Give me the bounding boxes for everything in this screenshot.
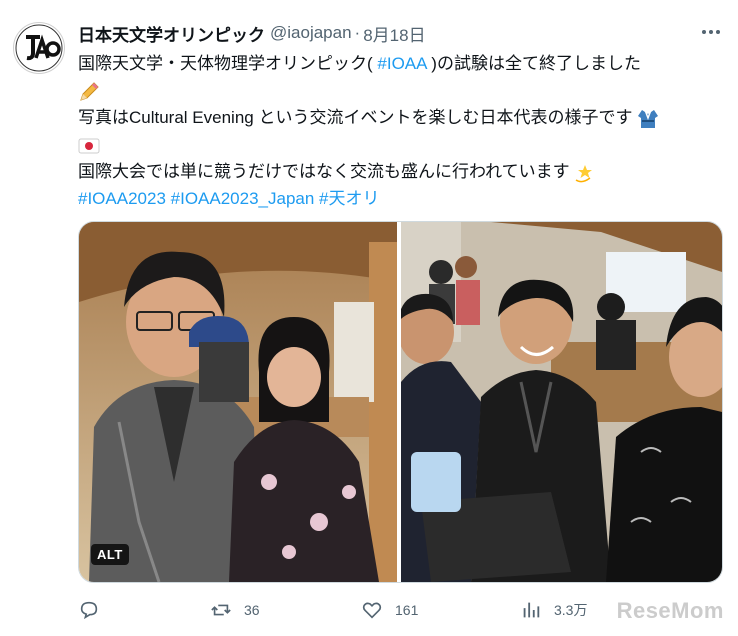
like-button[interactable]: 161 <box>361 598 418 622</box>
text-line-1: 国際天文学・天体物理学オリンピック( #IOAA )の試験は全て終了しました <box>78 50 718 77</box>
like-icon <box>362 602 382 619</box>
hashtag-ioaa2023[interactable]: #IOAA2023 <box>78 189 166 208</box>
japan-flag-emoji <box>78 138 100 154</box>
photo-right-image <box>398 222 722 582</box>
tweet-text: 国際天文学・天体物理学オリンピック( #IOAA )の試験は全て終了しました 写… <box>78 50 718 212</box>
text-line-5: 国際大会では単に競うだけではなく交流も盛んに行われています <box>78 158 718 185</box>
iao-logo <box>15 24 63 72</box>
views-count: 3.3万 <box>554 602 588 618</box>
resemom-watermark: ReseMom <box>616 598 724 623</box>
text-line-2 <box>78 77 718 104</box>
ioaa-hashtag[interactable]: #IOAA <box>377 54 426 73</box>
retweet-button[interactable]: 36 <box>210 598 260 622</box>
retweet-icon <box>211 604 231 616</box>
more-icon <box>702 30 720 34</box>
media-grid: ALT <box>78 221 723 583</box>
dizzy-star-emoji <box>575 164 593 182</box>
views-icon <box>523 602 540 618</box>
line3-text: 国際大会では単に競うだけではなく交流も盛んに行われています <box>78 162 570 181</box>
user-handle[interactable]: @iaojapan <box>270 23 352 43</box>
reply-icon <box>80 601 98 620</box>
text-line-3: 写真はCultural Evening という交流イベントを楽しむ日本代表の様子… <box>78 104 718 131</box>
line1-prefix: 国際天文学・天体物理学オリンピック( <box>78 54 373 73</box>
avatar[interactable] <box>13 22 65 74</box>
photo-left-image <box>79 222 397 582</box>
retweet-count: 36 <box>244 602 260 618</box>
tweet-header: 日本天文学オリンピック @iaojapan · 8月18日 <box>78 20 718 46</box>
hashtag-tenori[interactable]: #天オリ <box>319 189 379 208</box>
line1-suffix: )の試験は全て終了しました <box>431 54 641 73</box>
views-button[interactable]: 3.3万 <box>520 598 587 622</box>
separator-dot: · <box>354 23 361 42</box>
hashtag-ioaa2023-japan[interactable]: #IOAA2023_Japan <box>171 189 315 208</box>
pencil-emoji <box>80 81 99 101</box>
reply-button[interactable] <box>78 598 112 622</box>
alt-badge[interactable]: ALT <box>91 544 129 565</box>
hashtag-line: #IOAA2023 #IOAA2023_Japan #天オリ <box>78 185 718 212</box>
photo-left[interactable]: ALT <box>79 222 397 582</box>
kimono-emoji <box>638 109 659 128</box>
display-name[interactable]: 日本天文学オリンピック <box>78 21 265 46</box>
like-count: 161 <box>395 602 419 618</box>
tweet-date[interactable]: 8月18日 <box>363 21 425 46</box>
line2-text: 写真はCultural Evening という交流イベントを楽しむ日本代表の様子… <box>78 108 633 127</box>
text-line-4 <box>78 131 718 158</box>
photo-right[interactable] <box>398 222 722 582</box>
more-button[interactable] <box>698 22 724 42</box>
